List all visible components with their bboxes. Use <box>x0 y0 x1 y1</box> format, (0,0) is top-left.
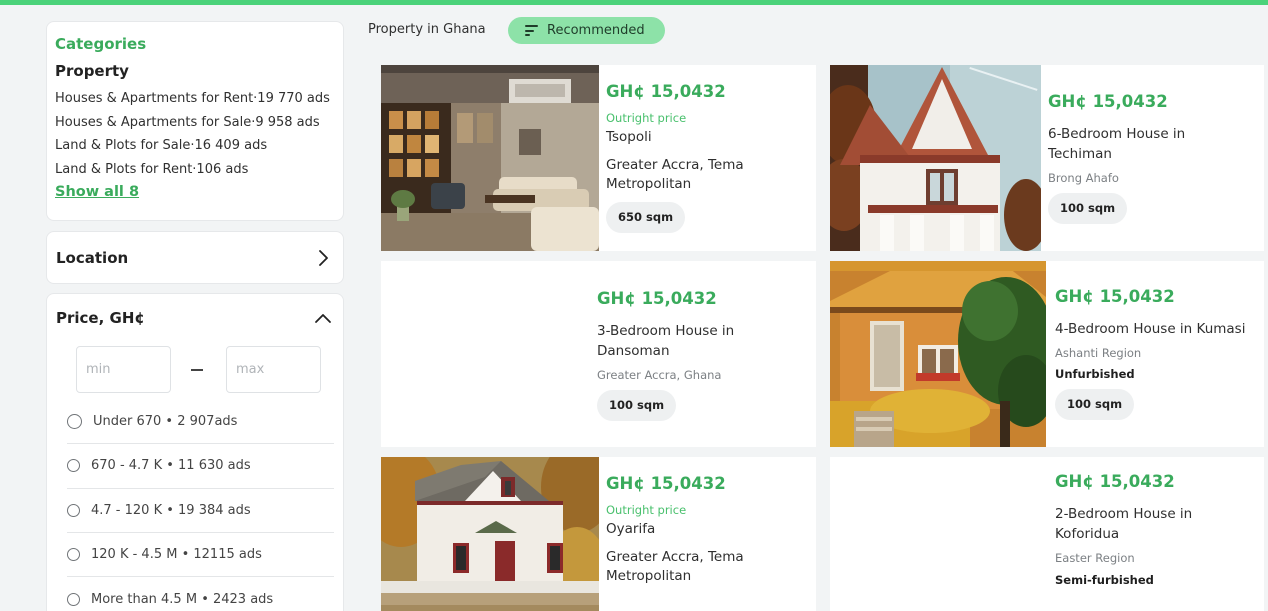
radio-button[interactable] <box>67 414 82 430</box>
listing-info: GH¢ 15,0432 6-Bedroom House in Techiman … <box>1048 92 1258 224</box>
category-item-sale-houses[interactable]: Houses & Apartments for Sale·9 958 ads <box>55 111 335 135</box>
price-option[interactable]: 670 - 4.7 K • 11 630 ads <box>67 444 334 489</box>
price-option-label: More than 4.5 M • 2423 ads <box>91 591 274 607</box>
listing-price: GH¢ 15,0432 <box>1048 92 1168 111</box>
price-option-label: 670 - 4.7 K • 11 630 ads <box>91 458 251 474</box>
listing-info: GH¢ 15,0432 Outright price Tsopoli Great… <box>606 82 811 233</box>
top-accent-bar <box>0 0 1268 5</box>
listing-price: GH¢ 15,0432 <box>597 289 717 308</box>
categories-title: Categories <box>55 35 147 53</box>
listing-price: GH¢ 15,0432 <box>1055 472 1175 491</box>
category-item-rent-houses[interactable]: Houses & Apartments for Rent·19 770 ads <box>55 87 335 111</box>
range-dash <box>191 369 203 371</box>
listing-title[interactable]: 2-Bedroom House in Koforidua <box>1055 505 1215 544</box>
victorian-house-photo <box>830 65 1041 251</box>
location-label: Location <box>56 248 129 267</box>
listing-furnishing: Semi-furbished <box>1055 573 1154 587</box>
location-filter[interactable]: Location <box>46 231 344 284</box>
listing-title[interactable]: 3-Bedroom House in Dansoman <box>597 322 757 361</box>
listing-size-badge: 100 sqm <box>1055 388 1135 420</box>
category-list: Houses & Apartments for Rent·19 770 ads … <box>55 87 335 181</box>
price-option-label: 120 K - 4.5 M • 12115 ads <box>91 547 262 563</box>
radio-button[interactable] <box>67 459 80 473</box>
price-option[interactable]: 4.7 - 120 K • 19 384 ads <box>67 489 334 533</box>
price-min-input[interactable] <box>76 346 171 393</box>
listing-card[interactable]: GH¢ 15,0432 2-Bedroom House in Koforidua… <box>830 457 1264 611</box>
listing-info: GH¢ 15,0432 3-Bedroom House in Dansoman … <box>597 289 807 421</box>
listing-title[interactable]: Oyarifa <box>606 520 811 540</box>
listing-region: Greater Accra, Ghana <box>597 368 722 382</box>
show-all-categories-link[interactable]: Show all 8 <box>55 184 139 200</box>
price-filter-label: Price, GH¢ <box>56 309 145 327</box>
sort-lines-icon <box>525 25 538 36</box>
listing-card[interactable]: GH¢ 15,0432 Outright price Tsopoli Great… <box>381 65 816 251</box>
listing-title[interactable]: 4-Bedroom House in Kumasi <box>1055 320 1260 340</box>
listing-furnishing: Unfurbished <box>1055 366 1135 381</box>
listing-price: GH¢ 15,0432 <box>1055 287 1175 306</box>
breadcrumb[interactable]: Property in Ghana <box>368 22 486 37</box>
living-room-photo <box>381 65 599 251</box>
listing-size-badge: 100 sqm <box>597 390 677 421</box>
listing-card[interactable]: GH¢ 15,0432 3-Bedroom House in Dansoman … <box>381 261 816 447</box>
chevron-right-icon[interactable] <box>312 247 334 269</box>
listing-price-type: Outright price <box>606 503 687 517</box>
listing-region: Ashanti Region <box>1055 345 1142 360</box>
listing-region: Brong Ahafo <box>1048 171 1119 185</box>
price-option[interactable]: Under 670 • 2 907ads <box>67 400 334 445</box>
category-group-property[interactable]: Property <box>55 62 335 80</box>
listing-title[interactable]: Tsopoli <box>606 128 811 148</box>
listing-card[interactable]: GH¢ 15,0432 Outright price Oyarifa Great… <box>381 457 816 611</box>
listing-location: Greater Accra, Tema Metropolitan <box>606 548 744 585</box>
cottage-house-photo <box>381 457 599 611</box>
listing-info: GH¢ 15,0432 2-Bedroom House in Koforidua… <box>1055 472 1260 587</box>
orange-house-photo <box>830 261 1046 447</box>
radio-button[interactable] <box>67 548 80 562</box>
listing-price: GH¢ 15,0432 <box>606 82 726 101</box>
price-max-input[interactable] <box>226 346 321 393</box>
listing-title[interactable]: 6-Bedroom House in Techiman <box>1048 125 1208 164</box>
category-item-rent-land[interactable]: Land & Plots for Rent·106 ads <box>55 158 335 182</box>
categories-card: Categories Property Houses & Apartments … <box>46 21 344 221</box>
price-range <box>56 342 334 400</box>
radio-button[interactable] <box>67 592 80 606</box>
sort-label: Recommended <box>547 23 645 38</box>
price-option[interactable]: 120 K - 4.5 M • 12115 ads <box>67 533 334 578</box>
listing-size-badge: 650 sqm <box>606 201 686 233</box>
price-filter-header[interactable]: Price, GH¢ <box>56 294 334 342</box>
sort-recommended-button[interactable]: Recommended <box>508 17 665 44</box>
price-option-label: 4.7 - 120 K • 19 384 ads <box>91 502 251 518</box>
price-option[interactable]: More than 4.5 M • 2423 ads <box>67 577 334 611</box>
radio-button[interactable] <box>67 503 80 517</box>
listing-size-badge: 100 sqm <box>1048 193 1128 224</box>
price-option-label: Under 670 • 2 907ads <box>93 414 238 430</box>
listing-region: Easter Region <box>1055 551 1135 565</box>
price-filter: Price, GH¢ Under 670 • 2 907ads 670 - 4.… <box>46 293 344 611</box>
listing-price-type: Outright price <box>606 111 687 125</box>
listing-card[interactable]: GH¢ 15,0432 4-Bedroom House in Kumasi As… <box>830 261 1264 447</box>
listing-price: GH¢ 15,0432 <box>606 474 726 493</box>
listing-location: Greater Accra, Tema Metropolitan <box>606 156 744 193</box>
listing-card[interactable]: GH¢ 15,0432 6-Bedroom House in Techiman … <box>830 65 1264 251</box>
listing-info: GH¢ 15,0432 Outright price Oyarifa Great… <box>606 474 811 587</box>
category-item-sale-land[interactable]: Land & Plots for Sale·16 409 ads <box>55 134 335 158</box>
listing-info: GH¢ 15,0432 4-Bedroom House in Kumasi As… <box>1055 287 1260 420</box>
chevron-up-icon[interactable] <box>312 307 334 329</box>
